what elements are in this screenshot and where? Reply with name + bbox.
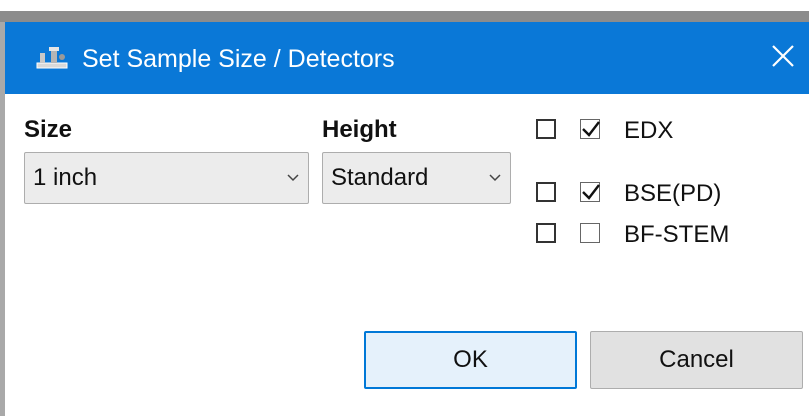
bf-stem-label: BF-STEM <box>624 221 730 248</box>
microscope-stage-icon <box>35 45 69 73</box>
height-label: Height <box>322 116 397 143</box>
window-top-shadow <box>0 11 809 22</box>
window-title: Set Sample Size / Detectors <box>82 45 395 73</box>
size-label: Size <box>24 116 73 143</box>
sample-size-dialog: Set Sample Size / Detectors Size 1 inch … <box>5 22 809 416</box>
ok-button[interactable]: OK <box>364 331 577 389</box>
bse-label: BSE(PD) <box>624 180 722 207</box>
height-dropdown[interactable]: Standard <box>322 152 511 204</box>
size-dropdown-value: 1 inch <box>33 164 98 191</box>
dialog-body: Size 1 inch Height Standard EDX BSE(PD) <box>5 94 809 416</box>
bf-stem-checkbox[interactable] <box>580 223 600 243</box>
title-bar[interactable]: Set Sample Size / Detectors <box>5 22 809 94</box>
close-icon <box>771 44 795 73</box>
chevron-down-icon <box>278 174 308 182</box>
edx-label: EDX <box>624 117 674 144</box>
cancel-button[interactable]: Cancel <box>590 331 803 389</box>
close-button[interactable] <box>757 32 809 84</box>
size-dropdown[interactable]: 1 inch <box>24 152 309 204</box>
bse-checkbox[interactable] <box>580 182 600 202</box>
bf-stem-outer-checkbox[interactable] <box>536 223 556 243</box>
edx-outer-checkbox[interactable] <box>536 119 556 139</box>
checkmark-icon <box>582 184 600 200</box>
checkmark-icon <box>582 121 600 137</box>
bse-outer-checkbox[interactable] <box>536 182 556 202</box>
height-dropdown-value: Standard <box>331 164 429 191</box>
chevron-down-icon <box>480 174 510 182</box>
edx-checkbox[interactable] <box>580 119 600 139</box>
